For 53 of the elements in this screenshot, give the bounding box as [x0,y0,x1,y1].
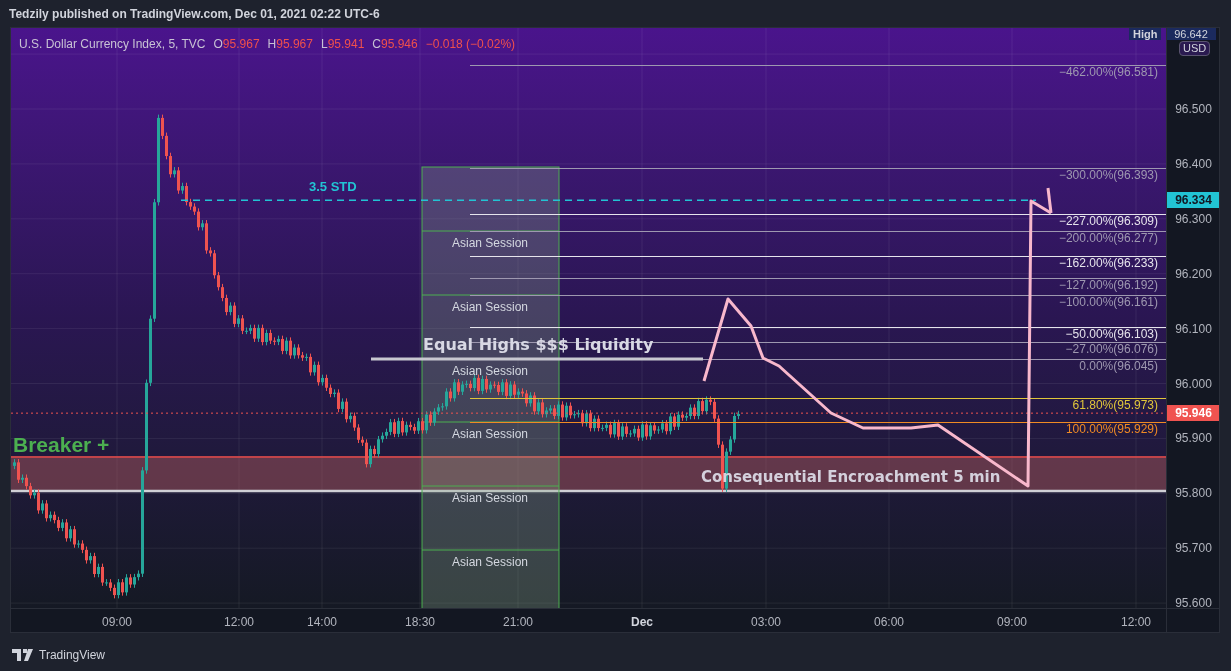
fib-label: 61.80%(95.973) [1072,399,1158,413]
time-label: 14:00 [306,615,338,629]
time-label: 21:00 [502,615,534,629]
price-label: 96.500 [1174,102,1213,116]
price-label: 96.100 [1174,321,1213,336]
time-label: 09:00 [996,615,1028,629]
high-badge: High [1129,28,1162,40]
price-marker: 95.946 [1166,405,1219,422]
ohlc-value: L95.941 [320,36,365,53]
fib-label: −127.00%(96.192) [1058,279,1158,293]
price-marker: 96.334 [1166,192,1219,209]
session-label: Asian Session [452,428,528,440]
session-label: Asian Session [452,365,528,377]
fib-label: −27.00%(96.076) [1065,342,1158,356]
std-label: 3.5 STD [309,180,357,193]
price-label: 96.000 [1174,376,1213,391]
fib-label: −100.00%(96.161) [1058,296,1158,310]
session-label: Asian Session [452,492,528,504]
ohlc-value: O95.967 [213,36,260,53]
fib-label: −50.00%(96.103) [1065,327,1158,341]
brand-name: TradingView [39,647,106,664]
fib-label: −227.00%(96.309) [1058,214,1158,228]
fib-label: 0.00%(96.045) [1079,359,1158,373]
session-label: Asian Session [452,237,528,249]
session-label: Asian Session [452,556,528,568]
price-label: 96.300 [1174,211,1213,226]
price-label: 95.800 [1174,486,1213,501]
fib-label: −162.00%(96.233) [1058,256,1158,270]
fib-label: −200.00%(96.277) [1058,232,1158,246]
breaker-label: Breaker + [13,434,110,455]
price-label: 96.200 [1174,266,1213,281]
time-label: 03:00 [750,615,782,629]
time-label: 09:00 [101,615,133,629]
time-label: 12:00 [223,615,255,629]
symbol-title: U.S. Dollar Currency Index, 5, TVC [19,36,206,53]
time-label: 12:00 [1120,615,1152,629]
fib-label: −300.00%(96.393) [1058,168,1158,182]
publish-info: Tedzily published on TradingView.com, Dec 01, 2021 02:22 UTC-6 [9,5,380,23]
price-label: 95.900 [1174,431,1213,446]
time-label: 18:30 [404,615,436,629]
price-label: 96.400 [1174,156,1213,171]
currency-badge: USD [1179,41,1211,56]
price-change: −0.018 (−0.02%) [425,36,516,53]
fib-label: 100.00%(95.929) [1065,423,1158,437]
price-label: 95.600 [1174,596,1213,611]
price-label: 95.700 [1174,541,1213,556]
time-label: 06:00 [873,615,905,629]
fib-label: −462.00%(96.581) [1058,65,1158,79]
session-label: Asian Session [452,301,528,313]
high-price-badge: 96.642 [1166,28,1216,40]
time-label: Dec [630,615,654,629]
ohlc-value: C95.946 [372,36,418,53]
ohlc-value: H95.967 [267,36,313,53]
